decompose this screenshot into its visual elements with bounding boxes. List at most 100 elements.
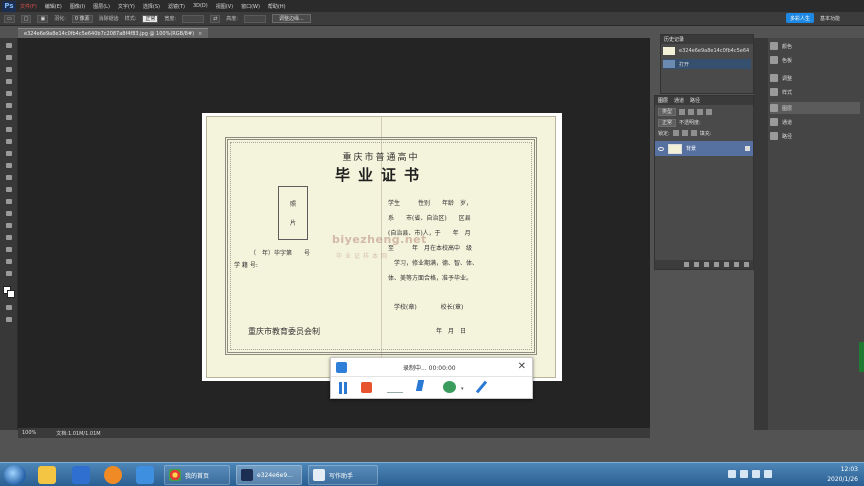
width-input[interactable]	[182, 14, 205, 23]
shape-tool-icon[interactable]	[4, 246, 14, 254]
style-select[interactable]: 正常	[142, 14, 159, 23]
stop-icon[interactable]	[361, 382, 372, 393]
menu-file[interactable]: 文件(F)	[16, 3, 41, 10]
menu-view[interactable]: 视图(V)	[212, 3, 237, 10]
layer-style-icon[interactable]	[694, 262, 699, 267]
document-tab[interactable]: e324e6e9a8e14c0fb4c5e640b7c2087a8f4f83.j…	[18, 28, 209, 38]
eyedropper-tool-icon[interactable]	[4, 102, 14, 110]
layer-row-background[interactable]: 背景	[655, 141, 753, 156]
new-selection-button[interactable]: □	[20, 14, 32, 23]
lock-all-icon[interactable]	[690, 130, 697, 136]
lasso-tool-icon[interactable]	[4, 66, 14, 74]
feather-input[interactable]: 0 像素	[71, 14, 93, 23]
menu-layer[interactable]: 图层(L)	[89, 3, 114, 10]
panel-adjustments[interactable]: 调整	[770, 72, 860, 84]
history-tab[interactable]: 历史记录	[661, 35, 753, 44]
text-tool-icon[interactable]	[4, 222, 14, 230]
screen-recorder-widget[interactable]: 录制中... 00:00:00 ✕ ▾	[330, 357, 533, 399]
quick-mask-icon[interactable]	[4, 304, 14, 312]
cloud-badge[interactable]: 多彩人生	[785, 13, 814, 23]
refine-edge-button[interactable]: 调整边缘...	[271, 14, 311, 23]
workspace-select[interactable]: 基本功能	[820, 15, 840, 22]
start-button[interactable]	[4, 465, 26, 485]
move-tool-icon[interactable]	[4, 42, 14, 50]
taskbar-app-notes[interactable]: 写作助手	[308, 465, 378, 485]
document-image[interactable]: 重庆市普通高中 毕业证书 照 片 （ 年）毕字第 号 学 籍 号: 重庆市教育委…	[202, 113, 562, 381]
layer-kind-select[interactable]: 类型	[658, 107, 677, 116]
brush-icon[interactable]	[475, 381, 488, 393]
tray-flag-icon[interactable]	[764, 470, 772, 478]
eraser-tool-icon[interactable]	[4, 162, 14, 170]
menu-help[interactable]: 帮助(H)	[264, 3, 290, 10]
link-layers-icon[interactable]	[684, 262, 689, 267]
screen-mode-icon[interactable]	[4, 316, 14, 324]
tray-network-icon[interactable]	[728, 470, 736, 478]
healing-brush-tool-icon[interactable]	[4, 114, 14, 122]
new-layer-icon[interactable]	[734, 262, 739, 267]
antialias-checkbox[interactable]: 消除锯齿	[99, 15, 119, 22]
filter-pixel-icon[interactable]	[679, 108, 686, 115]
file-explorer-icon[interactable]	[38, 466, 56, 484]
browser-baidu-icon[interactable]	[72, 466, 90, 484]
quick-select-tool-icon[interactable]	[4, 78, 14, 86]
path-select-tool-icon[interactable]	[4, 234, 14, 242]
history-snapshot[interactable]: e324e6e9a8e14c0fb4c5e640b7c2087a8f4f83	[663, 46, 751, 56]
brush-tool-icon[interactable]	[4, 126, 14, 134]
gradient-tool-icon[interactable]	[4, 174, 14, 182]
filter-adjust-icon[interactable]	[688, 108, 695, 115]
panel-paths[interactable]: 路径	[770, 130, 860, 142]
menu-window[interactable]: 窗口(W)	[237, 3, 264, 10]
menu-image[interactable]: 图像(I)	[66, 3, 89, 10]
height-input[interactable]	[243, 14, 266, 23]
new-group-icon[interactable]	[724, 262, 729, 267]
clone-stamp-tool-icon[interactable]	[4, 138, 14, 146]
webcam-icon[interactable]	[443, 381, 456, 393]
filter-shape-icon[interactable]	[706, 108, 713, 115]
blend-mode-select[interactable]: 正常	[658, 118, 677, 127]
background-color-swatch[interactable]	[7, 290, 15, 298]
pen-tool-icon[interactable]	[4, 210, 14, 218]
close-icon[interactable]: ✕	[518, 361, 526, 372]
menu-type[interactable]: 文字(Y)	[114, 3, 139, 10]
blur-tool-icon[interactable]	[4, 186, 14, 194]
menu-filter[interactable]: 滤镜(T)	[164, 3, 189, 10]
tray-input-icon[interactable]	[752, 470, 760, 478]
crop-tool-icon[interactable]	[4, 90, 14, 98]
add-selection-button[interactable]: ▣	[37, 14, 49, 23]
app-grid-icon[interactable]	[136, 466, 154, 484]
menu-select[interactable]: 选择(S)	[139, 3, 164, 10]
add-mask-icon[interactable]	[704, 262, 709, 267]
marquee-tool-icon[interactable]	[4, 54, 14, 62]
app-avatar-icon[interactable]	[104, 466, 122, 484]
dodge-tool-icon[interactable]	[4, 198, 14, 206]
tab-paths[interactable]: 路径	[690, 97, 700, 104]
adjustment-layer-icon[interactable]	[714, 262, 719, 267]
marquee-tool-preset[interactable]: ▭	[4, 14, 15, 23]
recorder-header[interactable]: 录制中... 00:00:00 ✕	[331, 358, 532, 377]
zoom-level[interactable]: 100%	[22, 430, 36, 436]
scrollbar-thumb[interactable]	[859, 342, 864, 372]
visibility-eye-icon[interactable]	[658, 146, 664, 151]
close-icon[interactable]: ×	[198, 31, 202, 37]
tab-layers[interactable]: 图层	[658, 97, 668, 104]
filter-text-icon[interactable]	[697, 108, 704, 115]
pause-icon[interactable]	[339, 382, 348, 394]
swap-dimensions-icon[interactable]: ⇄	[210, 14, 221, 23]
document-size[interactable]: 文档:1.01M/1.01M	[56, 430, 100, 437]
lock-position-icon[interactable]	[681, 130, 688, 136]
tab-channels[interactable]: 通道	[674, 97, 684, 104]
trash-icon[interactable]	[744, 262, 749, 267]
panel-styles[interactable]: 样式	[770, 86, 860, 98]
chevron-down-icon[interactable]: ▾	[461, 386, 464, 392]
panel-channels[interactable]: 通道	[770, 116, 860, 128]
history-brush-tool-icon[interactable]	[4, 150, 14, 158]
system-clock[interactable]: 12:03 2020/1/26	[827, 465, 858, 485]
menu-edit[interactable]: 编辑(E)	[41, 3, 66, 10]
history-step-open[interactable]: 打开	[663, 59, 751, 69]
panel-swatches[interactable]: 色板	[770, 54, 860, 66]
panel-layers[interactable]: 图层	[770, 102, 860, 114]
panel-color[interactable]: 颜色	[770, 40, 860, 52]
taskbar-app-photoshop[interactable]: e324e6e9...	[236, 465, 302, 485]
hand-tool-icon[interactable]	[4, 258, 14, 266]
lock-pixels-icon[interactable]	[672, 130, 679, 136]
